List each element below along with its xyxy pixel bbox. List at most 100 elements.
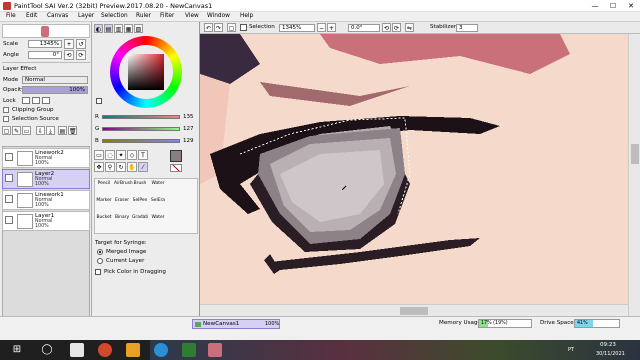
layer-item-linework2[interactable]: Linework2 Normal 100%: [2, 148, 90, 168]
horizontal-scroll-thumb[interactable]: [400, 307, 428, 315]
saturation-value-square[interactable]: [128, 54, 164, 90]
menu-selection[interactable]: Selection: [101, 13, 128, 19]
maximize-button[interactable]: ☐: [604, 0, 622, 12]
tool-selpen[interactable]: SelPen: [132, 198, 148, 210]
r-value[interactable]: 135: [183, 114, 194, 120]
r-slider[interactable]: [102, 115, 180, 119]
g-slider[interactable]: [102, 127, 180, 131]
clock-time[interactable]: 09:23: [600, 342, 616, 348]
close-button[interactable]: ✕: [622, 0, 640, 12]
new-layer-button[interactable]: ▢: [2, 126, 11, 135]
menu-layer[interactable]: Layer: [78, 13, 94, 19]
menu-ruler[interactable]: Ruler: [136, 13, 151, 19]
tool-water-2[interactable]: Water: [150, 215, 166, 227]
rotate-ccw-button[interactable]: ⟲: [382, 23, 391, 32]
b-slider[interactable]: [102, 139, 180, 143]
menu-edit[interactable]: Edit: [26, 13, 37, 19]
sai-taskbar-icon[interactable]: [208, 343, 222, 357]
zoom-in-button[interactable]: +: [64, 39, 74, 49]
canvas-tab[interactable]: NewCanvas1 100%: [192, 319, 280, 329]
rect-select-icon[interactable]: ▭: [94, 150, 104, 160]
hsv-slider-tab[interactable]: ▥: [114, 24, 123, 33]
menu-filter[interactable]: Filter: [160, 13, 174, 19]
layer-effect-toggle[interactable]: Layer Effect: [3, 66, 36, 72]
layer-item-layer1[interactable]: Layer1 Normal 100%: [2, 211, 90, 231]
tool-gradation[interactable]: Gradati: [132, 215, 148, 227]
tool-pencil[interactable]: Pencil: [96, 181, 112, 193]
start-icon[interactable]: ⊞: [10, 343, 24, 357]
tool-airbrush[interactable]: AirBrush: [114, 181, 133, 193]
magic-wand-icon[interactable]: ✦: [116, 150, 126, 160]
color-swap-icon[interactable]: [96, 98, 102, 104]
zoom-plus-button[interactable]: +: [327, 23, 336, 32]
minimize-button[interactable]: —: [586, 0, 604, 12]
transfer-down-button[interactable]: ⇩: [36, 126, 45, 135]
tool-binary[interactable]: Binary: [114, 215, 130, 227]
language-indicator[interactable]: PT: [568, 347, 574, 353]
edge-icon[interactable]: [154, 343, 168, 357]
zoom-reset-button[interactable]: ↺: [76, 39, 86, 49]
eye-icon[interactable]: [5, 153, 13, 161]
eye-icon[interactable]: [5, 195, 13, 203]
angle-field[interactable]: 0.0°: [348, 24, 380, 32]
merge-down-button[interactable]: ⤓: [46, 126, 55, 135]
lasso-icon[interactable]: ◌: [105, 150, 115, 160]
drawing-canvas[interactable]: [200, 34, 640, 316]
navigator-preview[interactable]: [2, 24, 90, 38]
app-green-icon[interactable]: [182, 343, 196, 357]
canvas-vertical-scrollbar[interactable]: [628, 34, 640, 316]
undo-icon[interactable]: ↶: [204, 23, 213, 32]
shape-icon[interactable]: ◇: [127, 150, 137, 160]
rotate-right-button[interactable]: ⟳: [76, 50, 86, 60]
transparent-color-swatch[interactable]: [170, 164, 182, 172]
file-explorer-icon[interactable]: [126, 343, 140, 357]
scratchpad-tab[interactable]: ▧: [134, 24, 143, 33]
hand-icon[interactable]: ✋: [127, 162, 137, 172]
layer-item-linework1[interactable]: Linework1 Normal 100%: [2, 190, 90, 210]
b-value[interactable]: 129: [183, 138, 194, 144]
scale-field[interactable]: 1345%: [28, 40, 62, 48]
angle-field[interactable]: 0°: [28, 51, 62, 59]
zoom-icon[interactable]: ⚲: [105, 162, 115, 172]
merged-image-radio[interactable]: [97, 249, 103, 255]
tool-water[interactable]: Water: [150, 181, 166, 193]
zoom-minus-button[interactable]: −: [317, 23, 326, 32]
canvas-horizontal-scrollbar[interactable]: [200, 304, 628, 316]
vertical-scroll-thumb[interactable]: [631, 144, 639, 164]
text-tool-icon[interactable]: T: [138, 150, 148, 160]
rotate-cw-button[interactable]: ⟳: [392, 23, 401, 32]
tool-eraser[interactable]: Eraser: [114, 198, 130, 210]
rgb-slider-tab[interactable]: ▤: [104, 24, 113, 33]
lock-pixels-toggle[interactable]: [22, 97, 30, 104]
eye-icon[interactable]: [5, 174, 13, 182]
delete-layer-button[interactable]: 🗑: [68, 126, 77, 135]
color-wheel-tab[interactable]: ◐: [94, 24, 103, 33]
flip-button[interactable]: ⇋: [405, 23, 414, 32]
menu-help[interactable]: Help: [240, 13, 253, 19]
eye-icon[interactable]: [5, 216, 13, 224]
deselect-icon[interactable]: ▢: [227, 23, 236, 32]
menu-view[interactable]: View: [185, 13, 199, 19]
selection-source-checkbox[interactable]: [3, 116, 9, 122]
clock-date[interactable]: 30/11/2021: [596, 351, 625, 357]
layer-item-layer2[interactable]: Layer2 Normal 100%: [2, 169, 90, 189]
selection-checkbox[interactable]: [240, 24, 247, 31]
syringe-icon[interactable]: ⁄: [138, 162, 148, 172]
new-folder-button[interactable]: ▭: [22, 126, 31, 135]
main-color-swatch[interactable]: [170, 150, 182, 162]
tool-marker[interactable]: Marker: [96, 198, 112, 210]
current-layer-radio[interactable]: [97, 258, 103, 264]
menu-window[interactable]: Window: [207, 13, 230, 19]
swatches-tab[interactable]: ▦: [124, 24, 133, 33]
blend-mode-select[interactable]: Normal: [22, 76, 88, 84]
menu-file[interactable]: File: [6, 13, 16, 19]
lock-position-toggle[interactable]: [32, 97, 40, 104]
tool-selera[interactable]: SelEra: [150, 198, 166, 210]
tool-bucket[interactable]: Bucket: [96, 215, 112, 227]
move-icon[interactable]: ✥: [94, 162, 104, 172]
new-linework-button[interactable]: ✎: [12, 126, 21, 135]
redo-icon[interactable]: ↷: [214, 23, 223, 32]
opacity-slider[interactable]: 100%: [22, 86, 88, 94]
clear-layer-button[interactable]: ▤: [58, 126, 67, 135]
lock-alpha-toggle[interactable]: [42, 97, 50, 104]
